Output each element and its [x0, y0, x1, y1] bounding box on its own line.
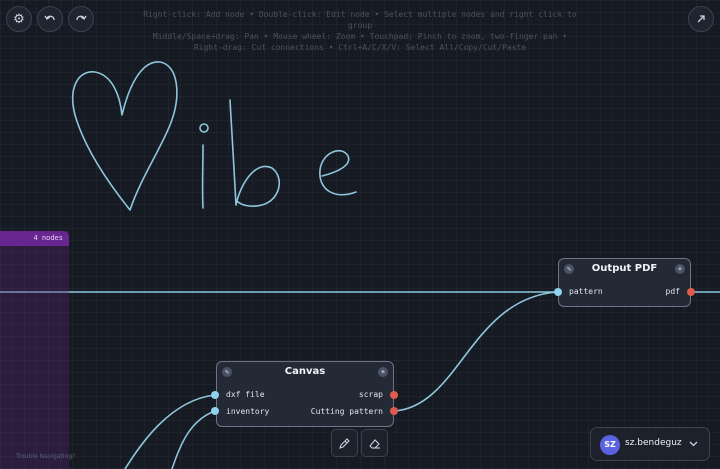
port-label-pattern: pattern — [569, 287, 603, 296]
avatar: SZ — [600, 435, 620, 455]
group-label[interactable]: 4 nodes — [0, 231, 69, 246]
redo-icon — [76, 15, 87, 21]
help-line: Middle/Space+drag: Pan • Mouse wheel: Zo… — [152, 32, 568, 41]
input-port-dxf-file[interactable] — [211, 391, 219, 399]
canvas-node[interactable]: ✎ Canvas + dxf file inventory scrap Cutt… — [216, 361, 394, 427]
help-line: Right-drag: Cut connections • Ctrl+A/C/X… — [193, 43, 527, 52]
drawing-letter-i-dot — [199, 123, 209, 133]
wire-canvas-to-output — [394, 291, 557, 412]
drawing-heart — [71, 61, 178, 211]
port-label-scrap: scrap — [358, 390, 383, 399]
drawing-letter-e — [319, 150, 357, 196]
eraser-tool-button[interactable] — [361, 429, 388, 457]
node-title: Canvas — [284, 366, 326, 377]
undo-button[interactable] — [37, 6, 63, 32]
output-port-scrap[interactable] — [390, 391, 398, 399]
pen-icon — [339, 437, 350, 449]
username: sz.bendeguz — [625, 438, 682, 448]
pen-tool-button[interactable] — [331, 429, 358, 457]
input-port-pattern[interactable] — [554, 288, 562, 296]
node-group[interactable] — [0, 231, 69, 469]
add-port-icon[interactable]: + — [378, 367, 388, 377]
help-line: Right-click: Add node • Double-click: Ed… — [143, 10, 577, 30]
output-port-cutting-pattern[interactable] — [390, 407, 398, 415]
user-menu[interactable]: SZ sz.bendeguz — [590, 427, 710, 461]
node-title: Output PDF — [591, 263, 658, 274]
expand-button[interactable] — [688, 6, 714, 32]
drawing-letter-b — [229, 99, 281, 207]
redo-button[interactable] — [68, 6, 94, 32]
undo-icon — [44, 15, 55, 21]
port-label-dxf-file: dxf file — [226, 390, 265, 399]
port-label-pdf: pdf — [665, 287, 680, 296]
trouble-navigating-link[interactable]: Trouble Navigating? — [16, 453, 75, 460]
settings-button[interactable]: ⚙ — [6, 6, 32, 32]
chevron-down-icon — [689, 441, 698, 447]
wire-into-inventory — [171, 410, 216, 469]
input-port-inventory[interactable] — [211, 407, 219, 415]
port-label-cutting-pattern: Cutting pattern — [310, 407, 383, 416]
gear-icon: ⚙ — [13, 11, 25, 27]
port-label-inventory: inventory — [226, 407, 270, 416]
add-port-icon[interactable]: + — [675, 264, 685, 274]
wire-into-dxf — [124, 394, 216, 469]
eraser-icon — [369, 438, 380, 449]
help-text: Right-click: Add node • Double-click: Ed… — [140, 9, 580, 53]
expand-icon — [697, 15, 705, 23]
output-pdf-node[interactable]: ✎ Output PDF + pattern pdf — [558, 258, 691, 307]
output-port-pdf[interactable] — [687, 288, 695, 296]
drawing-toolbar — [330, 429, 389, 459]
